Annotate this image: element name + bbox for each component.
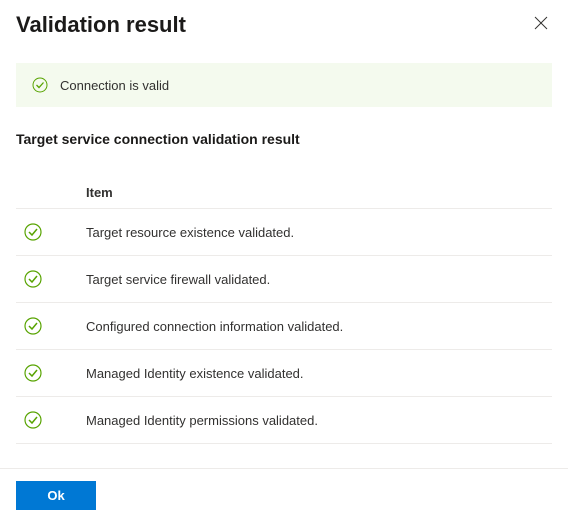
success-icon: [24, 270, 42, 288]
section-heading: Target service connection validation res…: [16, 131, 552, 147]
dialog-footer: Ok: [0, 468, 568, 522]
row-item-text: Managed Identity permissions validated.: [86, 413, 552, 428]
success-icon: [24, 317, 42, 335]
row-status: [16, 411, 86, 429]
success-icon: [24, 223, 42, 241]
table-row: Target service firewall validated.: [16, 256, 552, 303]
status-banner: Connection is valid: [16, 63, 552, 107]
close-button[interactable]: [530, 12, 552, 39]
table-row: Target resource existence validated.: [16, 209, 552, 256]
status-message: Connection is valid: [60, 78, 169, 93]
success-icon: [32, 77, 48, 93]
table-header: Item: [16, 177, 552, 209]
row-item-text: Target service firewall validated.: [86, 272, 552, 287]
dialog-title: Validation result: [16, 12, 186, 38]
close-icon: [534, 17, 548, 34]
column-item-header: Item: [86, 185, 552, 200]
success-icon: [24, 411, 42, 429]
column-status: [16, 185, 86, 200]
success-icon: [24, 364, 42, 382]
table-row: Configured connection information valida…: [16, 303, 552, 350]
row-item-text: Target resource existence validated.: [86, 225, 552, 240]
results-table: Item Target resource existence validated…: [16, 177, 552, 444]
table-row: Managed Identity permissions validated.: [16, 397, 552, 444]
row-status: [16, 317, 86, 335]
row-item-text: Managed Identity existence validated.: [86, 366, 552, 381]
row-status: [16, 223, 86, 241]
ok-button[interactable]: Ok: [16, 481, 96, 510]
dialog-header: Validation result: [16, 12, 552, 39]
row-status: [16, 270, 86, 288]
row-status: [16, 364, 86, 382]
table-row: Managed Identity existence validated.: [16, 350, 552, 397]
row-item-text: Configured connection information valida…: [86, 319, 552, 334]
